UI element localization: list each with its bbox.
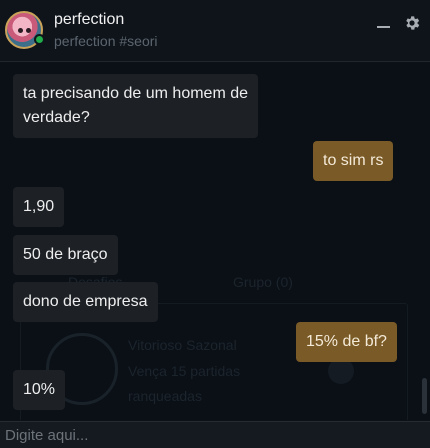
message-text: 15% de bf? — [306, 333, 387, 350]
minimize-icon[interactable] — [377, 26, 390, 28]
message-text: 10% — [23, 381, 56, 398]
message-incoming: ta precisando de um homem de verdade? — [13, 74, 259, 138]
message-list[interactable]: Desafios Grupo (0) Vitorioso Sazonal Ven… — [0, 63, 430, 420]
contact-name: perfection — [54, 11, 125, 28]
online-status-dot — [34, 34, 45, 45]
message-outgoing: 15% de bf? — [296, 322, 397, 362]
chat-header: perfection perfection #seori — [0, 0, 430, 62]
message-outgoing: to sim rs — [313, 141, 394, 181]
message-input[interactable] — [0, 422, 430, 448]
message-incoming: 50 de braço — [13, 235, 118, 275]
message-text: dono de empresa — [23, 293, 148, 310]
scrollbar[interactable] — [422, 378, 427, 414]
challenge-description: ranqueadas — [128, 388, 202, 404]
message-text: 50 de braço — [23, 246, 108, 263]
message-text: 1,90 — [23, 198, 55, 215]
message-incoming: dono de empresa — [13, 282, 158, 322]
challenge-title: Vitorioso Sazonal — [128, 337, 237, 353]
message-input-bar — [0, 421, 430, 448]
tab-group: Grupo (0) — [233, 274, 293, 290]
contact-riot-id: perfection #seori — [54, 33, 158, 49]
avatar-eye — [26, 28, 31, 33]
message-incoming: 10% — [13, 370, 66, 410]
message-text: to sim rs — [323, 152, 384, 169]
message-text: verdade? — [23, 109, 90, 126]
message-incoming: 1,90 — [13, 187, 65, 227]
gear-icon[interactable] — [403, 14, 421, 32]
challenge-description: Vença 15 partidas — [128, 363, 241, 379]
avatar-eye — [18, 28, 23, 33]
message-text: ta precisando de um homem de — [23, 85, 249, 102]
